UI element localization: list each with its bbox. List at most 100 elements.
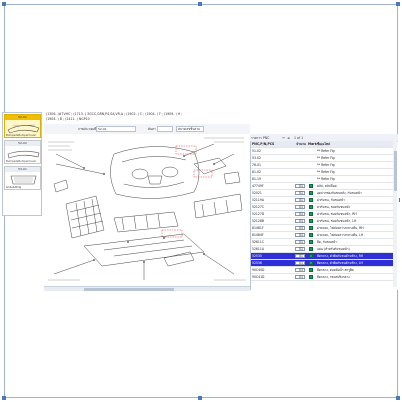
table-row[interactable]: 53-02 ** Refer Fig xyxy=(251,155,397,162)
pnc-cell: 51-02 xyxy=(252,149,261,153)
part-name-cell: ** Refer Fig xyxy=(317,149,335,153)
add-to-cart-icon[interactable] xyxy=(309,226,313,230)
pnc-cell: 52021 xyxy=(252,191,262,195)
part-name-cell: ยึด, กันชนหน้า xyxy=(317,240,337,244)
part-name-cell: ** Refer Fig xyxy=(317,170,335,174)
illustration-select[interactable]: 52-01 xyxy=(96,126,136,132)
part-name-cell: อุดปากช่องกันชนหลัง, กันชนหน้า xyxy=(317,191,362,195)
part-name-cell: ฝาครอบ, ไฟส่องสว่างกลางคืน, RH xyxy=(317,226,364,230)
window-corner-handle[interactable] xyxy=(396,2,400,6)
add-to-cart-icon[interactable] xyxy=(309,233,313,237)
window-corner-handle[interactable] xyxy=(2,396,6,400)
window-corner-handle[interactable] xyxy=(2,2,6,6)
part-name-cell: ยึดกลาง, กลมสปริงกลาง xyxy=(317,275,350,279)
table-row[interactable]: 52021 01 อุดปากช่องกันชนหลัง, กันชนหน้า xyxy=(251,190,397,197)
pnc-list-label: รายการ PNC xyxy=(251,135,270,140)
search-input[interactable] xyxy=(157,126,173,132)
add-to-cart-icon[interactable] xyxy=(309,261,313,265)
table-row[interactable]: 47749F 01 คลิป, คลิปล็อค xyxy=(251,183,397,190)
part-name-cell: ฝากันชน, ช่องกันชนหน้า, RH xyxy=(317,212,357,216)
add-to-cart-icon[interactable] xyxy=(309,184,313,188)
table-row[interactable]: 81-19 ** Refer Fig xyxy=(251,176,397,183)
table-row[interactable]: 52128B 01 ฝากันชน, ช่องกันชนหน้า, LH xyxy=(251,218,397,225)
table-row[interactable]: 52119A 01 ฝากันชน, กันชนหน้า xyxy=(251,197,397,204)
thumbnail-item[interactable]: 52-01 Bumper&BumperCover xyxy=(4,114,41,138)
first-page-icon[interactable]: ⏮ xyxy=(282,136,285,140)
part-name-cell: ** Refer Fig xyxy=(317,156,335,160)
table-row[interactable]: 52611A 01 แผ่น (สำหรับกันชนหน้า) xyxy=(251,246,397,253)
add-to-cart-icon[interactable] xyxy=(309,198,313,202)
window-edge-handle[interactable] xyxy=(198,396,202,400)
pnc-cell: 52611A xyxy=(252,247,264,251)
quantity-value: 01 xyxy=(299,198,303,202)
table-row[interactable]: 76-01 ** Refer Fig xyxy=(251,162,397,169)
quantity-value: 01 xyxy=(299,219,303,223)
table-row[interactable]: 90C40D 01 ยึดกลาง, ต่อหม้อน้ำ สกรูยึด xyxy=(251,267,397,274)
prev-page-icon[interactable]: ◀ xyxy=(287,136,289,140)
add-to-cart-icon[interactable] xyxy=(309,212,313,216)
pnc-cell: 90C41D xyxy=(252,275,265,279)
pnc-cell: 90C40D xyxy=(252,268,265,272)
pnc-search-button[interactable]: หมายเลขชิ้นส่วน xyxy=(176,126,204,132)
pnc-cell: 52119A xyxy=(252,198,264,202)
table-row[interactable]: 52127D 01 ฝากันชน, ช่องกันชนหน้า, RH xyxy=(251,211,397,218)
add-to-cart-icon[interactable] xyxy=(309,254,313,258)
add-to-cart-icon[interactable] xyxy=(309,240,313,244)
add-to-cart-icon[interactable] xyxy=(309,191,313,195)
parts-diagram[interactable] xyxy=(44,134,250,286)
table-row[interactable]: 52611C 01 ยึด, กันชนหน้า xyxy=(251,239,397,246)
add-to-cart-icon[interactable] xyxy=(309,205,313,209)
thumbnail-caption: Grille&Mldg xyxy=(6,186,22,189)
column-header-qty[interactable]: จำนวน xyxy=(296,141,306,147)
pnc-cell: 76-01 xyxy=(252,163,261,167)
quantity-value: 01 xyxy=(299,254,303,258)
spec-line-1: (1306- )#7VHC ; (1713- ) 3GCC,GRN,P4,SA,… xyxy=(46,112,183,116)
scrollbar-thumb[interactable] xyxy=(84,287,174,291)
thumbnail-caption: Bumper&BumperCover xyxy=(6,134,37,137)
table-row[interactable]: 81484F 01 ฝาครอบ, ไฟส่องสว่างกลางคืน, LH xyxy=(251,232,397,239)
table-row[interactable]: 52535 01 ยึดกลาง, ตัวยึดกันชนด้านข้าง, RH xyxy=(251,253,397,260)
quantity-value: 01 xyxy=(299,275,303,279)
search-label: ค้นหา xyxy=(148,127,156,131)
table-row[interactable]: 81-02 ** Refer Fig xyxy=(251,169,397,176)
part-name-cell: ฝากันชน, ช่องกันชนหน้า, LH xyxy=(317,219,357,223)
window-corner-handle[interactable] xyxy=(396,396,400,400)
pnc-cell: 52127C xyxy=(252,205,265,209)
pnc-cell: 52535 xyxy=(252,254,262,258)
table-row[interactable]: 52536 01 ยึดกลาง, ตัวยึดกันชนด้านข้าง, LH xyxy=(251,260,397,267)
table-row[interactable]: 90C41D 01 ยึดกลาง, กลมสปริงกลาง xyxy=(251,274,397,281)
pnc-cell: 52536 xyxy=(252,261,262,265)
diagram-horizontal-scrollbar[interactable] xyxy=(44,286,250,291)
column-header-pnc[interactable]: PNC,P/N,PCS xyxy=(252,141,274,147)
part-name-cell: แผ่น (สำหรับกันชนหน้า) xyxy=(317,247,350,251)
thumbnail-item[interactable]: 53-01 Grille&Mldg xyxy=(4,166,41,190)
table-header-row: PNC,P/N,PCS จำนวน Mark ชื่ออะไหล่ xyxy=(251,141,397,148)
quantity-value: 01 xyxy=(299,205,303,209)
exploded-view-drawing xyxy=(48,137,246,281)
table-row[interactable]: 81481F 01 ฝาครอบ, ไฟส่องสว่างกลางคืน, RH xyxy=(251,225,397,232)
pnc-cell: 81-02 xyxy=(252,170,261,174)
parts-vertical-scrollbar[interactable] xyxy=(393,141,397,287)
quantity-value: 01 xyxy=(299,226,303,230)
pnc-cell: 81484F xyxy=(252,233,264,237)
quantity-value: 01 xyxy=(299,240,303,244)
add-to-cart-icon[interactable] xyxy=(309,268,313,272)
quantity-value: 01 xyxy=(299,233,303,237)
add-to-cart-icon[interactable] xyxy=(309,275,313,279)
quantity-value: 01 xyxy=(299,191,303,195)
window-edge-handle[interactable] xyxy=(198,2,202,6)
part-name-cell: คลิป, คลิปล็อค xyxy=(317,184,337,188)
add-to-cart-icon[interactable] xyxy=(309,219,313,223)
illustration-label: ภาพประกอบที่ xyxy=(78,127,97,131)
pnc-cell: 47749F xyxy=(252,184,264,188)
table-row[interactable]: 51-02 ** Refer Fig xyxy=(251,148,397,155)
column-header-mark[interactable]: Mark xyxy=(308,141,317,147)
column-header-name[interactable]: ชื่ออะไหล่ xyxy=(317,141,397,147)
pnc-cell: 81-19 xyxy=(252,177,261,181)
table-row[interactable]: 52127C 01 ฝากันชน, ช่องกันชนหน้า xyxy=(251,204,397,211)
add-to-cart-icon[interactable] xyxy=(309,247,313,251)
vehicle-spec-header: (1306- )#7VHC ; (1713- ) 3GCC,GRN,P4,SA,… xyxy=(44,110,250,125)
thumbnail-item[interactable]: 52-02 Bumper&BumperCover xyxy=(4,140,41,164)
scrollbar-thumb[interactable] xyxy=(393,151,397,191)
part-name-cell: ยึดกลาง, ตัวยึดกันชนด้านข้าง, RH xyxy=(317,254,364,258)
